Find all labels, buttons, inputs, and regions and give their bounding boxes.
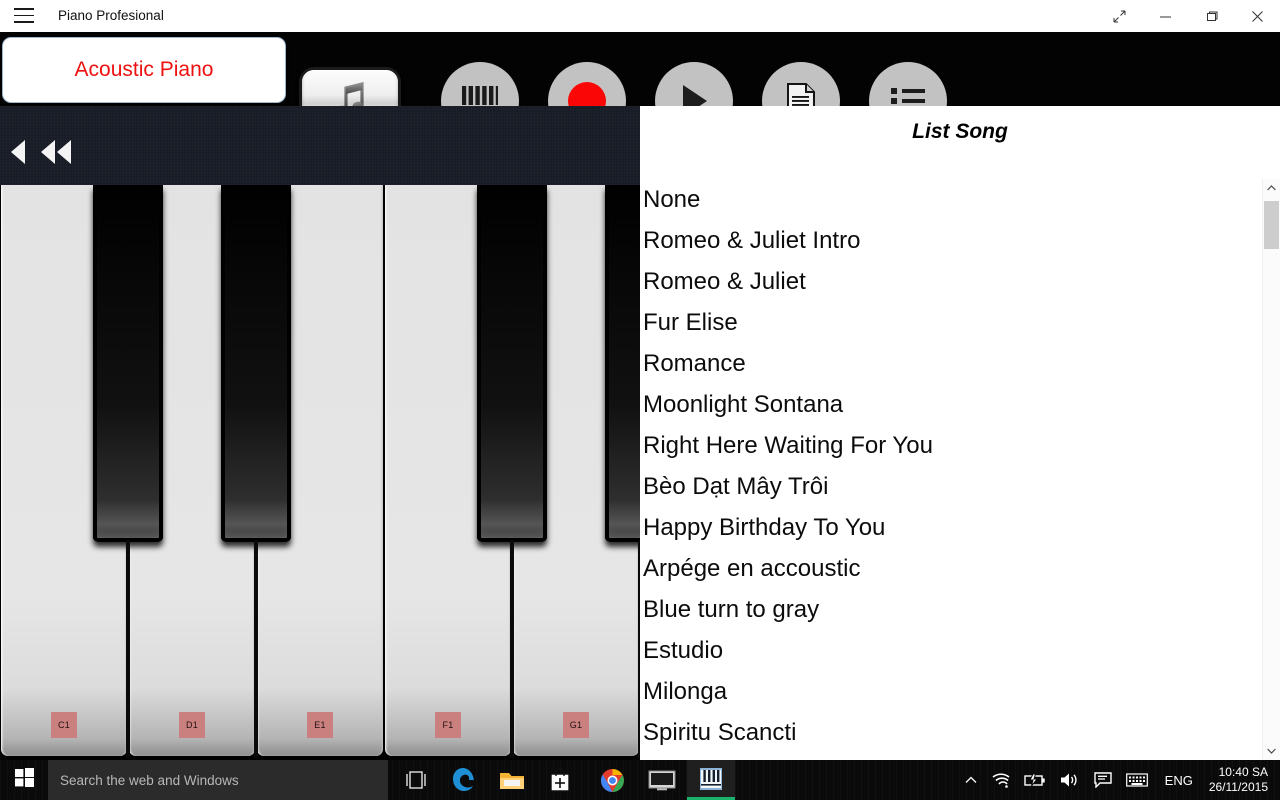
nav-prev-button[interactable] xyxy=(8,138,28,166)
chrome-icon[interactable] xyxy=(588,760,636,800)
song-list-header: List Song xyxy=(912,120,1008,143)
piano-app-icon[interactable] xyxy=(687,760,735,800)
window-controls xyxy=(1096,0,1280,32)
restore-down-button[interactable] xyxy=(1096,0,1142,32)
piano-keyboard: C1 D1 E1 F1 G1 xyxy=(0,185,640,760)
scroll-up-icon[interactable] xyxy=(1263,179,1280,197)
show-hidden-icons-button[interactable] xyxy=(958,760,984,800)
song-list-item[interactable]: Fur Elise xyxy=(640,302,1258,343)
close-button[interactable] xyxy=(1234,0,1280,32)
song-list-scrollbar[interactable] xyxy=(1262,179,1280,760)
language-indicator[interactable]: ENG xyxy=(1155,760,1203,800)
minimize-button[interactable] xyxy=(1142,0,1188,32)
instrument-label: Acoustic Piano xyxy=(74,58,214,81)
start-button[interactable] xyxy=(0,760,48,800)
song-list-item[interactable]: Spiritu Scancti xyxy=(640,712,1258,753)
window-title: Piano Profesional xyxy=(58,8,164,23)
app-root: Piano Profesional Acoustic Piano C1 D1 E… xyxy=(0,0,1280,800)
key-label: D1 xyxy=(179,712,205,738)
nav-prev-fast-button[interactable] xyxy=(40,138,72,166)
search-input[interactable]: Search the web and Windows xyxy=(48,760,388,800)
song-list-item[interactable]: Bèo Dạt Mây Trôi xyxy=(640,466,1258,507)
hamburger-icon[interactable] xyxy=(14,8,34,24)
touch-keyboard-icon[interactable] xyxy=(1119,760,1155,800)
black-key[interactable] xyxy=(221,185,291,758)
key-label: G1 xyxy=(563,712,589,738)
wifi-icon[interactable] xyxy=(984,760,1017,800)
search-placeholder: Search the web and Windows xyxy=(60,772,239,788)
taskbar: Search the web and Windows ENG 10:40 SA … xyxy=(0,760,1280,800)
battery-icon[interactable] xyxy=(1017,760,1053,800)
title-bar: Piano Profesional xyxy=(0,0,1280,32)
song-list-item[interactable]: Blue turn to gray xyxy=(640,589,1258,630)
song-list[interactable]: None Romeo & Juliet Intro Romeo & Juliet Fu… xyxy=(640,179,1258,760)
key-label: F1 xyxy=(435,712,461,738)
song-list-item[interactable]: Romance xyxy=(640,343,1258,384)
key-label: C1 xyxy=(51,712,77,738)
key-label: E1 xyxy=(307,712,333,738)
volume-icon[interactable] xyxy=(1053,760,1087,800)
song-list-item[interactable]: Happy Birthday To You xyxy=(640,507,1258,548)
keyboard-nav-strip xyxy=(0,106,640,185)
song-list-item[interactable]: None xyxy=(640,179,1258,220)
windows-logo-icon xyxy=(14,768,34,792)
action-center-icon[interactable] xyxy=(1087,760,1119,800)
song-list-item[interactable]: Moonlight Sontana xyxy=(640,384,1258,425)
song-list-item[interactable]: Estudio xyxy=(640,630,1258,671)
system-tray: ENG 10:40 SA 26/11/2015 xyxy=(958,760,1280,800)
song-list-item[interactable]: Romeo & Juliet Intro xyxy=(640,220,1258,261)
display-icon[interactable] xyxy=(638,760,686,800)
black-key[interactable] xyxy=(605,185,640,758)
scrollbar-thumb[interactable] xyxy=(1264,201,1279,249)
explorer-icon[interactable] xyxy=(488,760,536,800)
song-list-item[interactable]: Romeo & Juliet xyxy=(640,261,1258,302)
taskview-icon[interactable] xyxy=(392,760,440,800)
edge-icon[interactable] xyxy=(440,760,488,800)
scroll-down-icon[interactable] xyxy=(1263,742,1280,760)
song-list-item[interactable]: Arpége en accoustic xyxy=(640,548,1258,589)
black-key[interactable] xyxy=(477,185,547,758)
song-list-item[interactable]: Right Here Waiting For You xyxy=(640,425,1258,466)
clock-time: 10:40 SA xyxy=(1218,765,1268,779)
clock-date: 26/11/2015 xyxy=(1208,780,1268,794)
instrument-selector[interactable]: Acoustic Piano xyxy=(2,37,286,103)
toolbar: Acoustic Piano xyxy=(0,32,1280,140)
maximize-button[interactable] xyxy=(1188,0,1234,32)
song-list-panel: List Song None Romeo & Juliet Intro Romeo … xyxy=(640,106,1280,760)
song-list-item[interactable]: Milonga xyxy=(640,671,1258,712)
black-key[interactable] xyxy=(93,185,163,758)
clock[interactable]: 10:40 SA 26/11/2015 xyxy=(1203,760,1280,800)
store-icon[interactable] xyxy=(536,760,584,800)
